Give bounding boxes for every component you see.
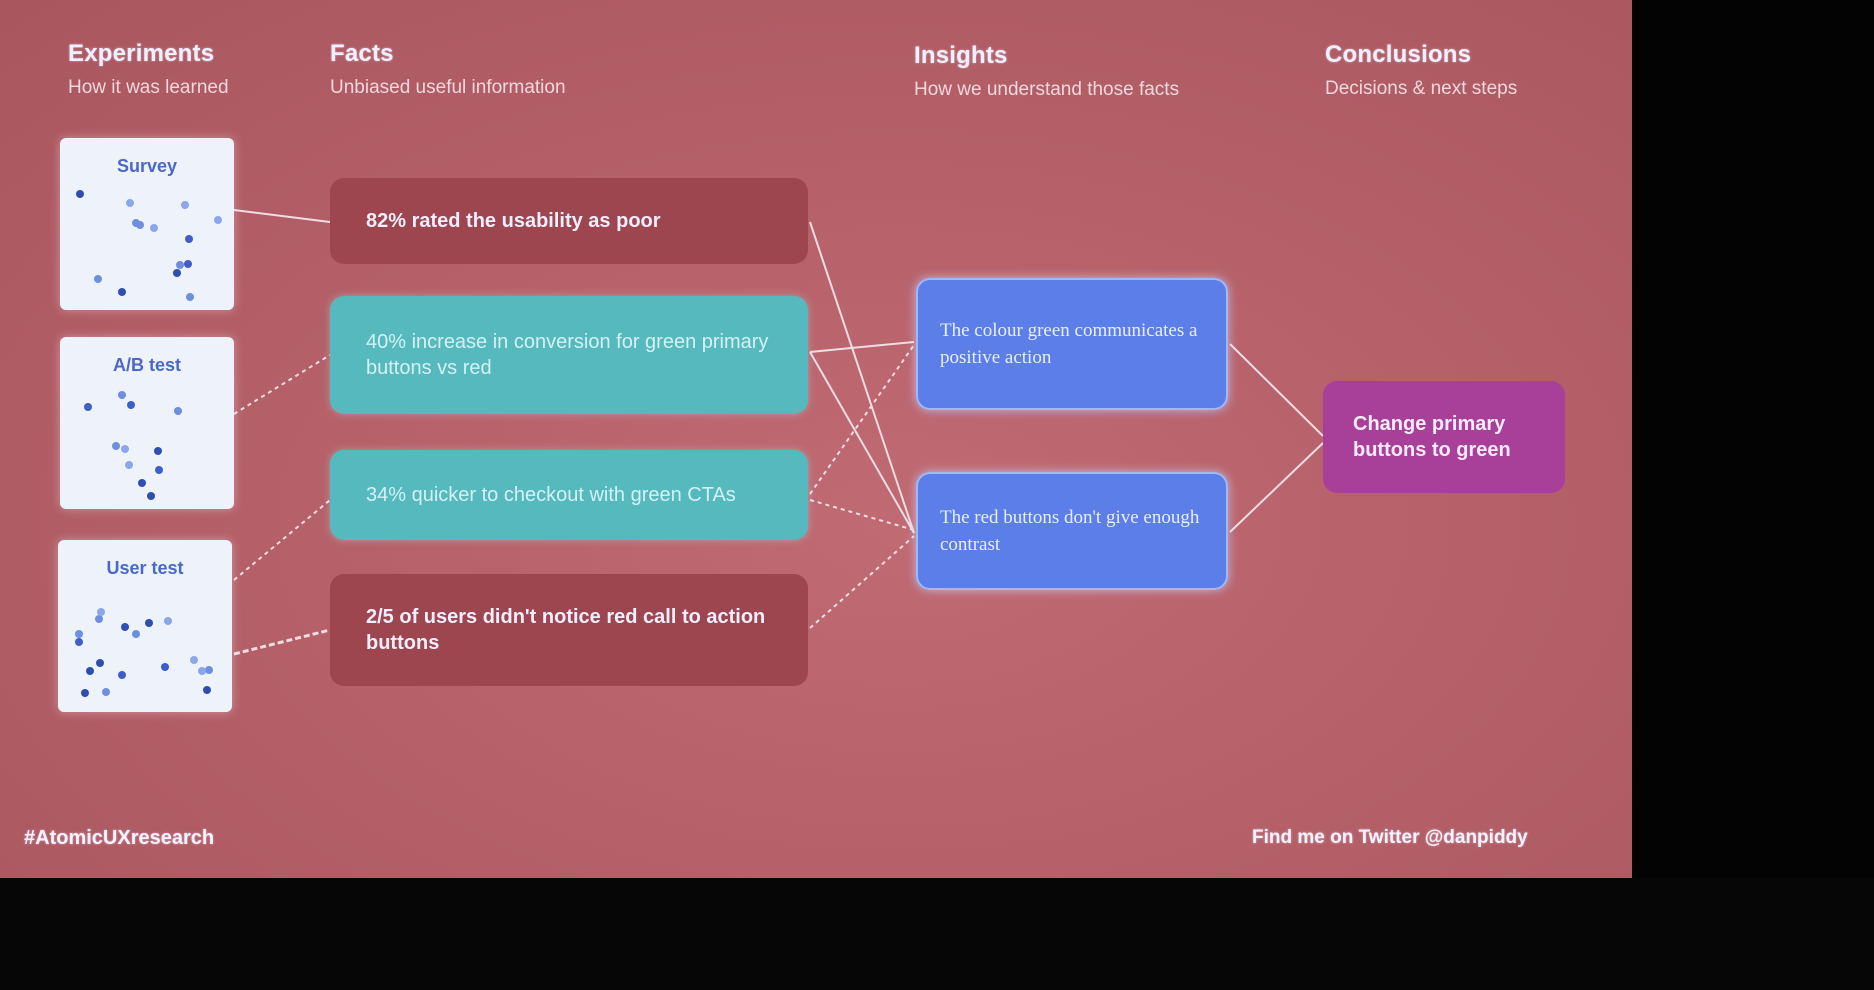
dot-icon [125,198,134,207]
dot-icon [155,465,164,474]
dot-icon [160,663,169,672]
dot-icon [185,292,194,301]
presentation-slide: Experiments How it was learned Facts Unb… [0,0,1632,878]
facts-subtitle: Unbiased useful information [330,77,566,98]
insight-text: The red buttons don't give enough contra… [940,507,1200,555]
link-usertest-fact4 [233,628,331,656]
dot-icon [75,637,84,646]
link-fact2-insight1 [809,341,915,353]
dot-icon [137,478,146,487]
facts-title: Facts [330,40,394,67]
dot-icon [96,658,105,667]
link-fact3-insight1 [809,344,915,495]
experiment-label: A/B test [112,355,181,375]
dot-icon [197,666,206,675]
link-insight2-conclusion [1229,442,1324,533]
conclusions-subtitle: Decisions & next steps [1325,78,1518,99]
dot-icon [145,619,154,628]
dot-icon [75,190,84,198]
link-usertest-fact3 [233,499,331,581]
insight-card: The colour green communicates a positive… [916,278,1228,410]
facts-header: Facts Unbiased useful information [330,40,566,99]
experiment-card-survey: Survey [60,138,234,310]
link-insight1-conclusion [1229,343,1324,437]
dot-icon [94,275,103,284]
dot-icon [150,223,159,232]
conclusion-text: Change primary buttons to green [1353,413,1511,461]
dot-icon [125,460,134,469]
dot-icon [147,491,156,500]
dot-icon [120,623,129,632]
dot-icon [84,403,93,412]
screen-border-bottom [0,878,1874,990]
insights-subtitle: How we understand those facts [914,79,1180,100]
dot-icon [189,655,198,664]
dot-icon [184,235,193,244]
fact-card: 2/5 of users didn't notice red call to a… [330,574,808,686]
dot-icon [172,268,181,277]
dot-icon [112,442,121,451]
experiment-card-ab-test: A/B test [60,337,234,509]
dot-icon [205,665,213,674]
dot-icon [132,629,141,638]
link-survey-fact1 [233,209,331,223]
conclusions-header: Conclusions Decisions & next steps [1325,41,1517,100]
dot-icon [118,390,126,399]
fact-card: 40% increase in conversion for green pri… [330,296,808,414]
experiment-label: Survey [116,156,178,176]
dot-icon [203,685,212,694]
dot-icon [213,215,222,224]
experiments-title: Experiments [68,40,215,67]
twitter-footer: Find me on Twitter @danpiddy [1252,827,1528,848]
fact-text: 2/5 of users didn't notice red call to a… [366,606,766,654]
fact-text: 82% rated the usability as poor [366,210,661,232]
experiments-header: Experiments How it was learned [68,40,229,99]
experiment-card-user-test: User test [58,540,232,712]
dot-icon [97,608,106,617]
conclusion-card: Change primary buttons to green [1323,381,1565,493]
dot-icon [118,671,127,680]
fact-text: 34% quicker to checkout with green CTAs [366,484,736,506]
insights-header: Insights How we understand those facts [914,42,1179,101]
dot-icon [136,221,145,230]
fact-card: 34% quicker to checkout with green CTAs [330,450,808,540]
dot-icon [75,629,84,638]
screen-border-right [1632,0,1874,878]
dot-icon [102,688,111,696]
experiments-subtitle: How it was learned [68,77,229,98]
link-fact4-insight2 [809,535,915,629]
hashtag-footer: #AtomicUXresearch [24,827,215,849]
insights-title: Insights [914,42,1008,69]
link-abtest-fact2 [233,354,331,415]
dot-icon [120,445,129,454]
experiment-label: User test [106,558,184,578]
dot-icon [164,616,173,625]
fact-text: 40% increase in conversion for green pri… [366,331,769,379]
dot-icon [86,666,95,675]
dot-icon [118,288,127,297]
insight-text: The colour green communicates a positive… [940,320,1198,368]
dot-icon [183,260,192,269]
dot-icon [127,401,136,410]
insight-card: The red buttons don't give enough contra… [916,472,1228,590]
dot-icon [181,201,190,210]
dot-icon [81,689,90,698]
dot-icon [176,260,185,269]
conclusions-title: Conclusions [1325,41,1472,68]
fact-card: 82% rated the usability as poor [330,178,808,264]
dot-icon [153,447,162,456]
dot-icon [173,406,182,415]
